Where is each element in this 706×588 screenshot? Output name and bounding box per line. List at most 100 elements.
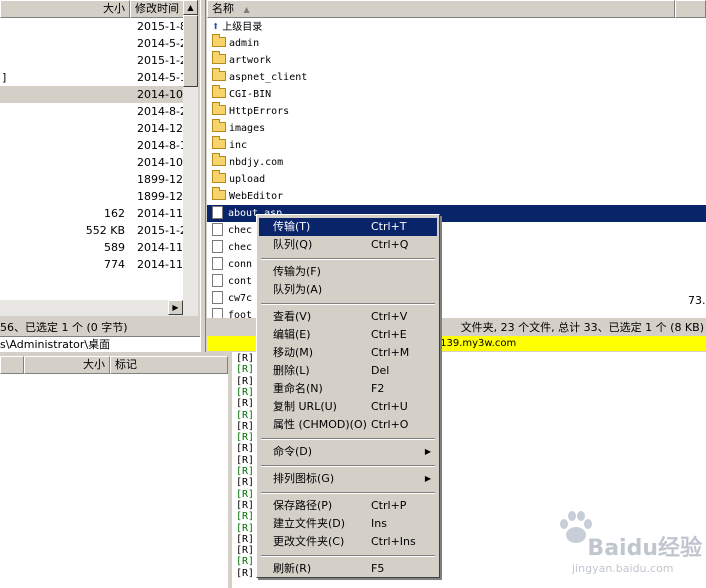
menu-item[interactable]: 队列为(A) [259, 281, 437, 299]
menu-separator [261, 555, 435, 557]
menu-item-label: 队列为(A) [273, 283, 323, 296]
menu-item-shortcut: Ctrl+V [371, 310, 408, 323]
file-size: 774 [104, 258, 125, 271]
queue-col-note-header[interactable]: 标记 [110, 356, 228, 374]
menu-item-label: 排列图标(G) [273, 472, 335, 485]
menu-item[interactable]: 更改文件夹(C) Ctrl+Ins [259, 533, 437, 551]
up-arrow-icon: ⬆ [212, 19, 220, 33]
list-item[interactable]: 589 2014-11- [0, 239, 187, 256]
menu-item-label: 建立文件夹(D) [273, 517, 346, 530]
list-item[interactable]: upload [207, 170, 706, 188]
menu-item-label: 刷新(R) [273, 562, 312, 575]
vertical-splitter[interactable] [200, 0, 206, 352]
context-menu: 传输(T) Ctrl+T 队列(Q) Ctrl+Q 传输为(F) 队列为(A) 查看(V) C… [256, 214, 440, 578]
menu-item[interactable]: 命令(D) ▶ [259, 443, 437, 461]
file-icon [212, 222, 223, 236]
right-col-size-header[interactable] [675, 0, 706, 18]
scroll-thumb[interactable] [183, 15, 198, 87]
list-item[interactable]: 2014-10- [0, 154, 187, 171]
queue-col-blank-header[interactable] [0, 356, 24, 374]
list-item[interactable]: 2014-5-2 [0, 35, 187, 52]
menu-separator [261, 258, 435, 260]
menu-item[interactable]: 队列(Q) Ctrl+Q [259, 236, 437, 254]
list-item[interactable]: 162 2014-11- [0, 205, 187, 222]
menu-item[interactable]: 移动(M) Ctrl+M [259, 344, 437, 362]
list-item[interactable]: admin [207, 34, 706, 52]
file-icon [212, 205, 223, 219]
list-item[interactable]: 2014-12- [0, 120, 187, 137]
menu-item[interactable]: 复制 URL(U) Ctrl+U [259, 398, 437, 416]
list-item[interactable]: CGI-BIN [207, 85, 706, 103]
file-date: 2014-12- [137, 122, 187, 135]
menu-item-label: 传输(T) [273, 220, 311, 233]
list-item[interactable]: artwork [207, 51, 706, 69]
menu-item[interactable]: 查看(V) Ctrl+V [259, 308, 437, 326]
list-item[interactable]: 2015-1-2 [0, 52, 187, 69]
list-item[interactable]: aspnet_client [207, 68, 706, 86]
scroll-up-icon[interactable]: ▲ [183, 0, 198, 15]
file-name: upload [229, 174, 266, 185]
list-item[interactable]: inc [207, 136, 706, 154]
menu-item[interactable]: 重命名(N) F2 [259, 380, 437, 398]
file-name: inc [229, 140, 248, 151]
right-value-text: 73. [688, 294, 706, 307]
file-date: 2014-10- [137, 88, 187, 101]
left-file-list[interactable]: 2015-1-8 2014-5-2 2015-1-2] 2014-5-1 2014-10… [0, 18, 198, 300]
list-item[interactable]: 774 2014-11- [0, 256, 187, 273]
left-col-size-header[interactable]: 大小 [0, 0, 130, 18]
list-item[interactable]: HttpErrors [207, 102, 706, 120]
submenu-arrow-icon: ▶ [424, 474, 431, 483]
left-path-bar[interactable]: s\Administrator\桌面 [0, 336, 205, 353]
left-horizontal-scrollbar[interactable]: ▶ [0, 300, 198, 316]
list-item[interactable]: ⬆ 上级目录 [207, 18, 706, 35]
list-item[interactable]: WebEditor [207, 187, 706, 205]
file-name: images [229, 123, 266, 134]
menu-item-shortcut: Ins [371, 517, 387, 530]
file-name: artwork [229, 55, 272, 66]
list-item[interactable]: 2015-1-8 [0, 18, 187, 35]
list-item[interactable]: 2014-10- [0, 86, 187, 103]
queue-list[interactable] [0, 374, 228, 588]
baidu-watermark: Baidu经验 jingyan.baidu.com [512, 508, 702, 582]
menu-item-shortcut: Ctrl+O [371, 418, 409, 431]
menu-item[interactable]: 编辑(E) Ctrl+E [259, 326, 437, 344]
menu-item[interactable]: 传输为(F) [259, 263, 437, 281]
scroll-right-icon[interactable]: ▶ [168, 300, 183, 315]
menu-item-shortcut: F5 [371, 562, 385, 575]
menu-item-label: 删除(L) [273, 364, 310, 377]
queue-col-size-header[interactable]: 大小 [24, 356, 110, 374]
file-date: 1899-12- [137, 190, 187, 203]
left-vertical-scrollbar[interactable]: ▲ [183, 0, 198, 300]
menu-item[interactable]: 刷新(R) F5 [259, 560, 437, 578]
list-item[interactable]: 2014-8-2 [0, 103, 187, 120]
list-item[interactable]: 2014-8-1 [0, 137, 187, 154]
menu-item-label: 查看(V) [273, 310, 312, 323]
folder-icon [212, 102, 226, 115]
menu-item-shortcut: Ctrl+E [371, 328, 407, 341]
menu-item-label: 编辑(E) [273, 328, 311, 341]
right-col-name-header[interactable]: 名称 ▲ [207, 0, 675, 18]
file-name: nbdjy.com [229, 157, 284, 168]
menu-item-label: 传输为(F) [273, 265, 321, 278]
list-item[interactable]: 552 KB 2015-1-2 [0, 222, 187, 239]
list-item[interactable]: nbdjy.com [207, 153, 706, 171]
list-item[interactable]: 1899-12- [0, 171, 187, 188]
menu-item-label: 命令(D) [273, 445, 313, 458]
folder-icon [212, 187, 226, 200]
list-item[interactable]: images [207, 119, 706, 137]
menu-item[interactable]: 传输(T) Ctrl+T [259, 218, 437, 236]
list-item[interactable]: 1899-12- [0, 188, 187, 205]
file-date: 2014-5-1 [137, 71, 187, 84]
menu-item-label: 属性 (CHMOD)(O) [273, 418, 367, 431]
folder-icon [212, 34, 226, 47]
menu-item[interactable]: 保存路径(P) Ctrl+P [259, 497, 437, 515]
menu-item-label: 重命名(N) [273, 382, 323, 395]
menu-item[interactable]: 属性 (CHMOD)(O) Ctrl+O [259, 416, 437, 434]
menu-item[interactable]: 删除(L) Del [259, 362, 437, 380]
file-name: WebEditor [229, 191, 284, 202]
menu-item[interactable]: 排列图标(G) ▶ [259, 470, 437, 488]
menu-item[interactable]: 建立文件夹(D) Ins [259, 515, 437, 533]
file-name: chec [228, 225, 253, 236]
list-item[interactable]: ] 2014-5-1 [0, 69, 187, 86]
left-status-bar: 56、已选定 1 个 (0 字节) [0, 321, 128, 334]
